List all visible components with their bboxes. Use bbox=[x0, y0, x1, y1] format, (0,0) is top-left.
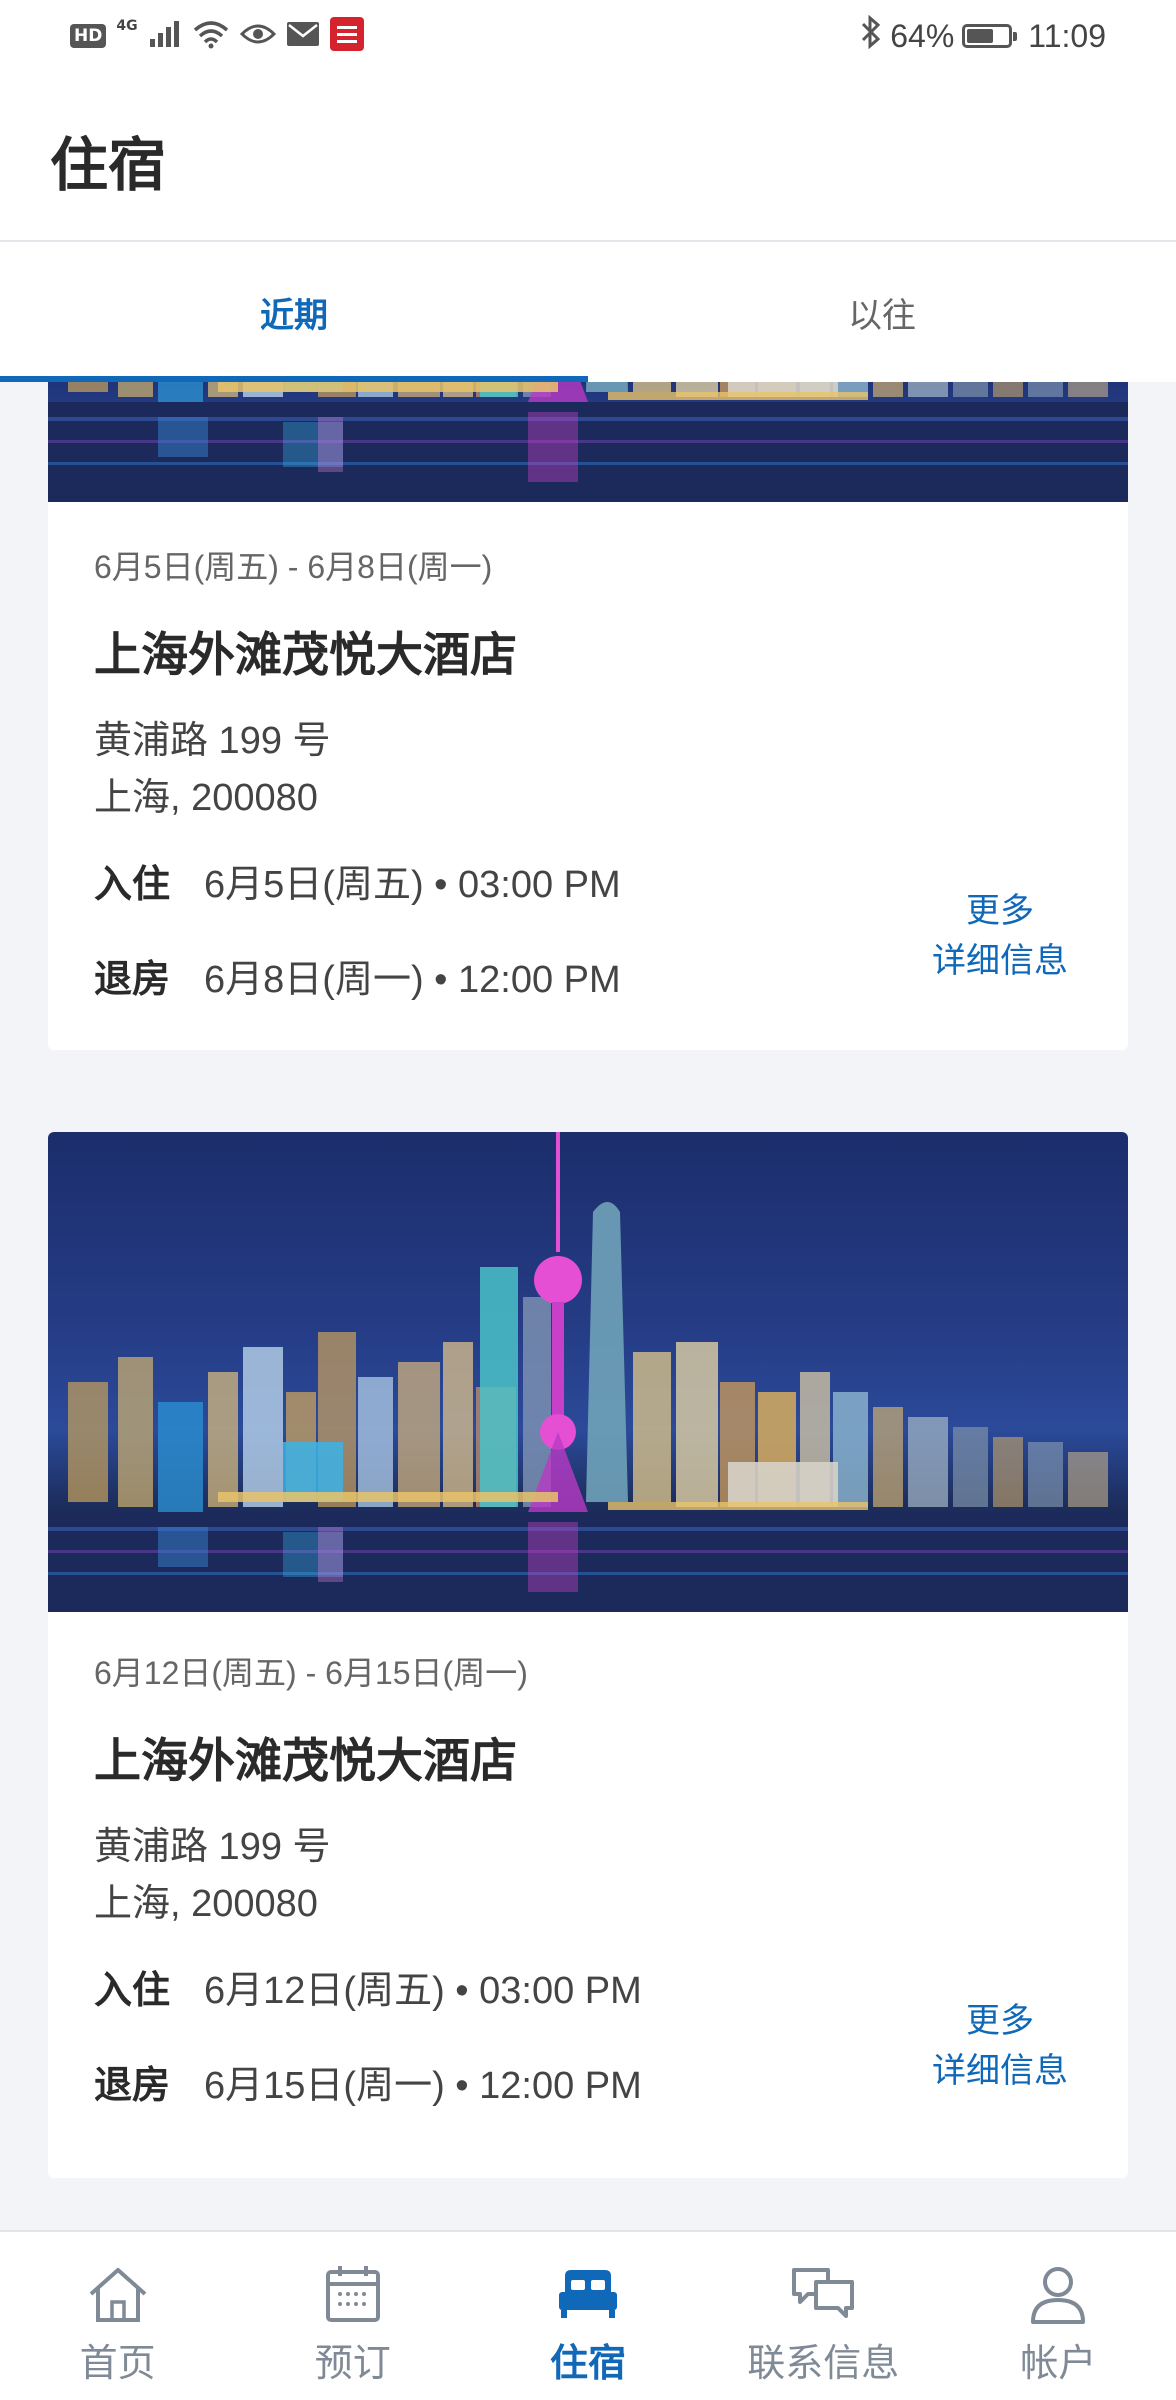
checkout-value: 6月8日(周一) • 12:00 PM bbox=[204, 959, 621, 1001]
nav-stays-label: 住宿 bbox=[550, 2341, 627, 2385]
tab-past[interactable]: 以往 bbox=[588, 242, 1176, 382]
tab-bar: 近期 以往 bbox=[0, 242, 1176, 382]
status-right: 64% 11:09 bbox=[860, 14, 1106, 58]
clock-time: 11:09 bbox=[1028, 17, 1106, 54]
status-left: HD 4G bbox=[70, 17, 364, 55]
nav-contact[interactable]: 联系信息 bbox=[706, 2232, 941, 2400]
bottom-navigation: 首页 预订 住宿 联系信息 帐户 bbox=[0, 2230, 1176, 2400]
address-line-2: 上海, 200080 bbox=[94, 777, 318, 819]
more-details-line-2: 详细信息 bbox=[932, 941, 1068, 981]
hd-badge: HD bbox=[70, 24, 107, 48]
address-line-1: 黄浦路 199 号 bbox=[94, 1826, 331, 1868]
more-details-link[interactable]: 更多 详细信息 bbox=[932, 886, 1068, 986]
skyline-image bbox=[48, 382, 1128, 502]
network-type: 4G bbox=[116, 18, 138, 34]
battery-icon bbox=[962, 24, 1018, 48]
hotel-photo bbox=[48, 382, 1128, 502]
stay-card-body: 6月5日(周五) - 6月8日(周一) 上海外滩茂悦大酒店 黄浦路 199 号 … bbox=[48, 502, 1128, 1003]
checkout-label: 退房 bbox=[94, 2063, 171, 2107]
nav-account[interactable]: 帐户 bbox=[941, 2232, 1176, 2400]
wifi-icon bbox=[192, 19, 230, 53]
hotel-name: 上海外滩茂悦大酒店 bbox=[94, 1734, 517, 1789]
hotel-address: 黄浦路 199 号 上海, 200080 bbox=[94, 1819, 1082, 1933]
stay-dates: 6月12日(周五) - 6月15日(周一) bbox=[94, 1655, 528, 1691]
hotel-address: 黄浦路 199 号 上海, 200080 bbox=[94, 713, 1082, 827]
address-line-2: 上海, 200080 bbox=[94, 1883, 318, 1925]
app-notification-icon bbox=[329, 17, 364, 55]
more-details-line-1: 更多 bbox=[966, 891, 1034, 931]
nav-account-label: 帐户 bbox=[1020, 2341, 1097, 2385]
battery-percent: 64% bbox=[890, 17, 955, 54]
app-header: 住宿 bbox=[0, 74, 1176, 242]
hotel-photo bbox=[48, 1132, 1128, 1612]
checkout-label: 退房 bbox=[94, 957, 171, 1001]
home-icon bbox=[89, 2268, 146, 2322]
stay-dates: 6月5日(周五) - 6月8日(周一) bbox=[94, 549, 493, 585]
bluetooth-icon bbox=[860, 14, 882, 57]
tab-recent[interactable]: 近期 bbox=[0, 242, 588, 382]
nav-contact-label: 联系信息 bbox=[747, 2341, 900, 2385]
stay-card[interactable]: 6月5日(周五) - 6月8日(周一) 上海外滩茂悦大酒店 黄浦路 199 号 … bbox=[48, 382, 1128, 1050]
more-details-link[interactable]: 更多 详细信息 bbox=[932, 1996, 1068, 2096]
nav-home[interactable]: 首页 bbox=[0, 2232, 235, 2400]
hotel-name: 上海外滩茂悦大酒店 bbox=[94, 628, 517, 683]
checkin-value: 6月12日(周五) • 03:00 PM bbox=[204, 1970, 642, 2012]
page-title: 住宿 bbox=[50, 131, 167, 199]
chat-icon bbox=[792, 2268, 855, 2318]
eye-icon bbox=[239, 21, 276, 51]
checkin-value: 6月5日(周五) • 03:00 PM bbox=[204, 864, 621, 906]
stays-list[interactable]: 6月5日(周五) - 6月8日(周一) 上海外滩茂悦大酒店 黄浦路 199 号 … bbox=[0, 382, 1176, 2230]
address-line-1: 黄浦路 199 号 bbox=[94, 720, 331, 762]
stay-card-body: 6月12日(周五) - 6月15日(周一) 上海外滩茂悦大酒店 黄浦路 199 … bbox=[48, 1612, 1128, 2109]
bed-icon bbox=[559, 2270, 617, 2318]
mail-icon bbox=[286, 21, 320, 51]
nav-stays[interactable]: 住宿 bbox=[470, 2232, 705, 2400]
calendar-icon bbox=[325, 2266, 380, 2322]
signal-icon bbox=[148, 19, 182, 53]
checkout-value: 6月15日(周一) • 12:00 PM bbox=[204, 2065, 642, 2107]
nav-book-label: 预订 bbox=[314, 2341, 391, 2385]
status-bar: HD 4G 64% 11:09 bbox=[0, 0, 1176, 74]
nav-book[interactable]: 预订 bbox=[235, 2232, 470, 2400]
skyline-image bbox=[48, 1132, 1128, 1612]
person-icon bbox=[1031, 2267, 1086, 2324]
nav-home-label: 首页 bbox=[79, 2341, 156, 2385]
checkin-label: 入住 bbox=[94, 862, 171, 906]
more-details-line-2: 详细信息 bbox=[932, 2051, 1068, 2091]
more-details-line-1: 更多 bbox=[966, 2001, 1034, 2041]
checkin-label: 入住 bbox=[94, 1968, 171, 2012]
battery-level bbox=[967, 29, 994, 43]
stay-card[interactable]: 6月12日(周五) - 6月15日(周一) 上海外滩茂悦大酒店 黄浦路 199 … bbox=[48, 1132, 1128, 2178]
